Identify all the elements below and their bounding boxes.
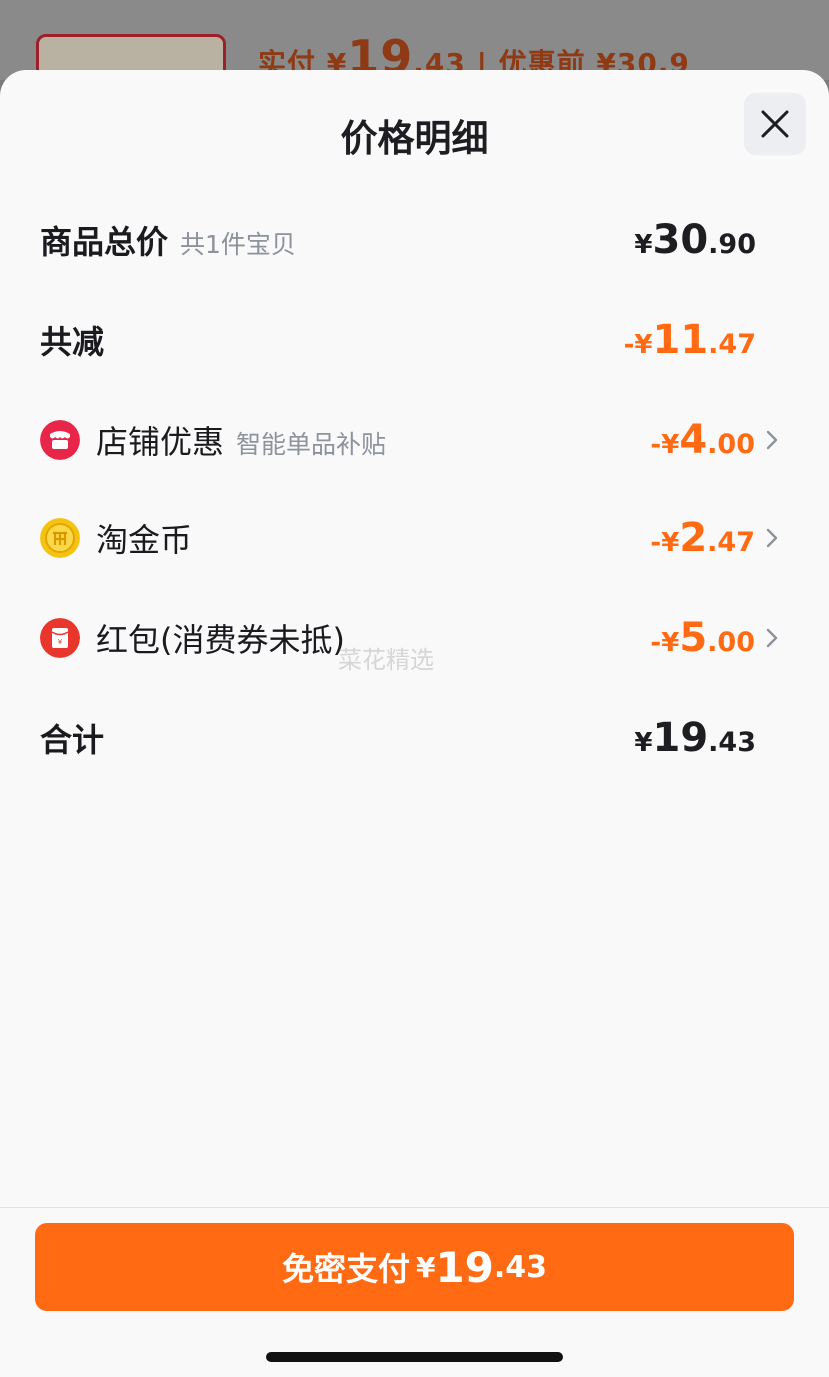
minus-sign: - — [623, 330, 635, 360]
currency-symbol: ¥ — [661, 628, 680, 658]
shop-icon — [40, 420, 80, 460]
red-packet-icon: ¥ — [40, 618, 80, 658]
currency-symbol: ¥ — [634, 330, 653, 360]
svg-text:¥: ¥ — [58, 638, 63, 646]
amount-dec: .43 — [708, 727, 756, 758]
minus-sign: - — [650, 430, 662, 460]
minus-sign: - — [650, 628, 662, 658]
amount-int: 19 — [652, 715, 709, 761]
row-label: 店铺优惠 智能单品补贴 — [96, 417, 386, 463]
amount-int: 19 — [435, 1242, 494, 1292]
close-icon — [761, 110, 789, 138]
amount-dec: .00 — [707, 627, 755, 658]
password-free-pay-button[interactable]: 免密支付 ¥19.43 — [35, 1223, 794, 1311]
amount-int: 30 — [652, 217, 709, 263]
row-label: 红包(消费券未抵) — [96, 615, 345, 661]
amount-dec: .47 — [707, 527, 755, 558]
close-button[interactable] — [744, 93, 806, 155]
row-item-total: 商品总价 共1件宝贝 ¥30.90 — [40, 210, 789, 270]
amount-dec: .90 — [708, 229, 756, 260]
amount-dec: .47 — [708, 329, 756, 360]
reduction-label: 共减 — [40, 323, 105, 361]
coin-amount: -¥2.47 — [650, 515, 755, 561]
currency-symbol: ¥ — [661, 430, 680, 460]
reduction-amount: -¥11.47 — [624, 317, 756, 363]
pay-button-label: 免密支付 — [281, 1250, 410, 1288]
chevron-right-icon — [766, 528, 778, 548]
currency-symbol: ¥ — [634, 230, 653, 260]
row-shop-discount[interactable]: 店铺优惠 智能单品补贴 -¥4.00 — [40, 410, 789, 470]
coin-icon — [40, 518, 80, 558]
total-amount: ¥30.90 — [634, 217, 756, 263]
currency-symbol: ¥ — [634, 728, 653, 758]
chevron-right-icon — [766, 430, 778, 450]
shop-discount-label: 店铺优惠 — [96, 423, 225, 461]
currency-symbol: ¥ — [415, 1250, 436, 1284]
amount-dec: .00 — [707, 429, 755, 460]
amount-int: 2 — [679, 515, 708, 561]
red-packet-label: 红包(消费券未抵) — [96, 621, 345, 659]
footer-divider — [0, 1207, 829, 1208]
amount-int: 5 — [679, 615, 708, 661]
currency-symbol: ¥ — [661, 528, 680, 558]
row-label: 合计 — [40, 715, 104, 761]
sum-label: 合计 — [40, 721, 105, 759]
amount-dec: .43 — [493, 1249, 548, 1285]
amount-int: 11 — [652, 317, 709, 363]
price-detail-sheet: 价格明细 商品总价 共1件宝贝 ¥30.90 共减 -¥11.47 店铺优惠 智能单… — [0, 70, 829, 1377]
total-label: 商品总价 — [40, 223, 169, 261]
total-sub-label: 共1件宝贝 — [180, 230, 296, 259]
row-label: 商品总价 共1件宝贝 — [40, 217, 296, 263]
watermark: 菜花精选 — [338, 646, 434, 674]
row-label: 共减 — [40, 317, 104, 363]
coin-label: 淘金币 — [96, 521, 193, 559]
home-indicator — [266, 1352, 563, 1362]
row-sum: 合计 ¥19.43 — [40, 708, 789, 768]
sheet-title: 价格明细 — [340, 117, 489, 160]
shop-discount-sub-label: 智能单品补贴 — [236, 430, 387, 459]
red-packet-amount: -¥5.00 — [650, 615, 755, 661]
amount-int: 4 — [679, 417, 708, 463]
minus-sign: - — [650, 528, 662, 558]
row-taojinbi[interactable]: 淘金币 -¥2.47 — [40, 508, 789, 568]
chevron-right-icon — [766, 628, 778, 648]
row-label: 淘金币 — [96, 515, 192, 561]
sum-amount: ¥19.43 — [634, 715, 756, 761]
shop-discount-amount: -¥4.00 — [650, 417, 755, 463]
row-total-reduction: 共减 -¥11.47 — [40, 310, 789, 370]
